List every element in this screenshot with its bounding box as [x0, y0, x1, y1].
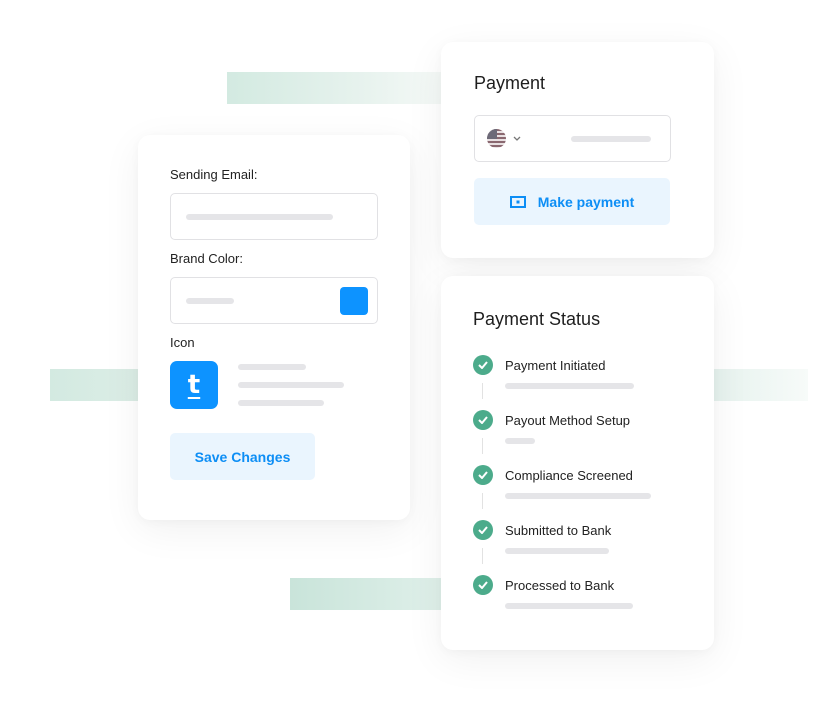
decorative-band: [290, 578, 442, 610]
brand-color-label: Brand Color:: [170, 251, 243, 266]
payment-card-icon: [509, 195, 526, 208]
step-connector: [482, 383, 483, 399]
make-payment-button[interactable]: Make payment: [474, 178, 670, 225]
status-step-label: Processed to Bank: [505, 578, 615, 593]
decorative-band: [50, 369, 140, 401]
chevron-down-icon[interactable]: [513, 136, 521, 142]
placeholder-skeleton: [186, 298, 234, 304]
status-step-label: Compliance Screened: [505, 468, 633, 483]
check-circle-icon: [473, 355, 493, 375]
placeholder-skeleton: [505, 438, 535, 444]
status-step-label: Submitted to Bank: [505, 523, 612, 538]
payment-title: Payment: [474, 73, 546, 93]
sending-email-input[interactable]: [170, 193, 378, 240]
decorative-band: [713, 369, 808, 401]
check-circle-icon: [473, 410, 493, 430]
step-connector: [482, 548, 483, 564]
make-payment-label: Make payment: [537, 193, 635, 210]
placeholder-skeleton: [505, 603, 633, 609]
us-flag-icon[interactable]: [487, 129, 506, 148]
placeholder-skeleton: [505, 548, 609, 554]
color-swatch[interactable]: [340, 287, 368, 315]
placeholder-skeleton: [186, 214, 333, 220]
save-changes-button[interactable]: Save Changes: [170, 433, 315, 480]
step-connector: [482, 493, 483, 509]
logo-glyph: t: [187, 370, 201, 400]
step-connector: [482, 438, 483, 454]
decorative-band: [227, 72, 442, 104]
brand-color-input[interactable]: [170, 277, 378, 324]
placeholder-skeleton: [238, 382, 344, 388]
status-step-label: Payout Method Setup: [505, 413, 631, 428]
placeholder-skeleton: [238, 400, 324, 406]
placeholder-skeleton: [571, 136, 651, 142]
placeholder-skeleton: [505, 383, 634, 389]
check-circle-icon: [473, 465, 493, 485]
check-circle-icon: [473, 520, 493, 540]
sending-email-label: Sending Email:: [170, 167, 258, 182]
payment-amount-field[interactable]: [474, 115, 671, 162]
placeholder-skeleton: [505, 493, 651, 499]
placeholder-skeleton: [238, 364, 306, 370]
brand-logo-icon[interactable]: t: [170, 361, 218, 409]
check-circle-icon: [473, 575, 493, 595]
icon-label: Icon: [170, 335, 195, 350]
status-step-label: Payment Initiated: [505, 358, 606, 373]
payment-status-title: Payment Status: [473, 309, 601, 329]
